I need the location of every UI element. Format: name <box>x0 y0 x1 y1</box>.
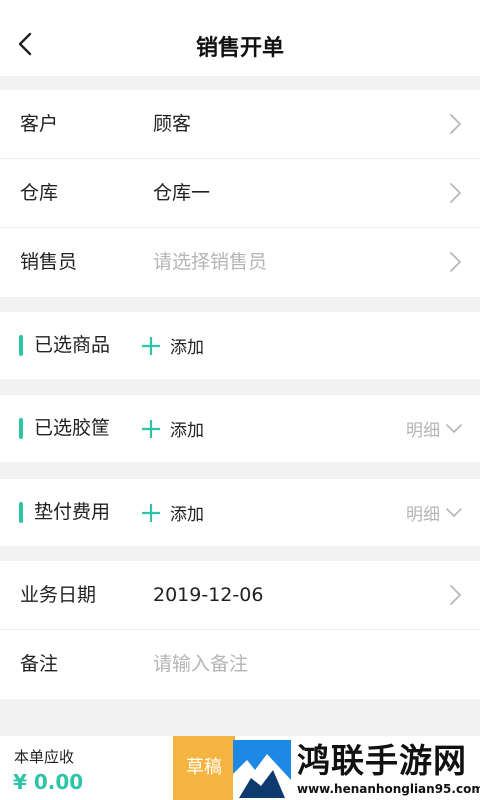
selected-baskets-section: 已选胶筐 添加 明细 <box>0 395 480 462</box>
chevron-right-icon <box>448 182 462 204</box>
customer-row[interactable]: 客户 顾客 <box>0 90 480 159</box>
add-baskets-button[interactable]: 添加 <box>140 395 204 462</box>
baskets-detail-label: 明细 <box>406 421 440 441</box>
advance-fees-label: 垫付费用 <box>34 501 111 523</box>
remark-label: 备注 <box>20 653 59 675</box>
selected-baskets-label: 已选胶筐 <box>34 417 111 439</box>
plus-icon <box>142 419 160 438</box>
date-remark-card: 业务日期 2019-12-06 备注 请输入备注 <box>0 561 480 699</box>
warehouse-value: 仓库一 <box>153 182 211 204</box>
business-date-value: 2019-12-06 <box>153 584 264 606</box>
customer-label: 客户 <box>20 113 59 135</box>
plus-icon <box>142 336 160 355</box>
add-goods-button[interactable]: 添加 <box>140 312 204 379</box>
add-goods-label: 添加 <box>170 338 204 358</box>
watermark-logo <box>233 740 291 798</box>
chevron-right-icon <box>448 584 462 606</box>
add-baskets-label: 添加 <box>170 421 204 441</box>
nav-header: 销售开单 <box>0 0 480 76</box>
chevron-down-icon <box>446 507 462 517</box>
warehouse-row[interactable]: 仓库 仓库一 <box>0 159 480 228</box>
selected-goods-label: 已选商品 <box>34 334 111 356</box>
add-fees-button[interactable]: 添加 <box>140 479 204 546</box>
fees-detail-toggle[interactable]: 明细 <box>406 479 462 546</box>
baskets-detail-toggle[interactable]: 明细 <box>406 395 462 462</box>
customer-value: 顾客 <box>153 113 192 135</box>
remark-input[interactable]: 请输入备注 <box>153 630 248 699</box>
amount-due-value: ¥ 0.00 <box>13 770 84 794</box>
plus-icon <box>142 503 160 522</box>
amount-due-label: 本单应收 <box>14 748 75 766</box>
section-marker <box>19 502 23 523</box>
business-date-row[interactable]: 业务日期 2019-12-06 <box>0 561 480 630</box>
save-draft-button[interactable]: 草稿 <box>173 736 235 800</box>
section-marker <box>19 335 23 356</box>
watermark: 鸿联手游网 www.henanhonglian95.com <box>233 740 480 800</box>
fees-detail-label: 明细 <box>406 505 440 525</box>
watermark-url: www.henanhonglian95.com <box>297 782 480 796</box>
salesperson-label: 销售员 <box>20 251 78 273</box>
section-marker <box>19 418 23 439</box>
advance-fees-section: 垫付费用 添加 明细 <box>0 479 480 546</box>
add-fees-label: 添加 <box>170 505 204 525</box>
salesperson-placeholder: 请选择销售员 <box>153 251 268 273</box>
salesperson-row[interactable]: 销售员 请选择销售员 <box>0 228 480 297</box>
order-info-card: 客户 顾客 仓库 仓库一 销售员 请选择销售员 <box>0 90 480 297</box>
chevron-down-icon <box>446 423 462 433</box>
warehouse-label: 仓库 <box>20 182 59 204</box>
page-title: 销售开单 <box>195 36 284 61</box>
chevron-right-icon <box>448 251 462 273</box>
remark-row[interactable]: 备注 请输入备注 <box>0 630 480 699</box>
chevron-right-icon <box>448 113 462 135</box>
watermark-title: 鸿联手游网 <box>297 741 467 780</box>
selected-goods-section: 已选商品 添加 <box>0 312 480 379</box>
business-date-label: 业务日期 <box>20 584 97 606</box>
